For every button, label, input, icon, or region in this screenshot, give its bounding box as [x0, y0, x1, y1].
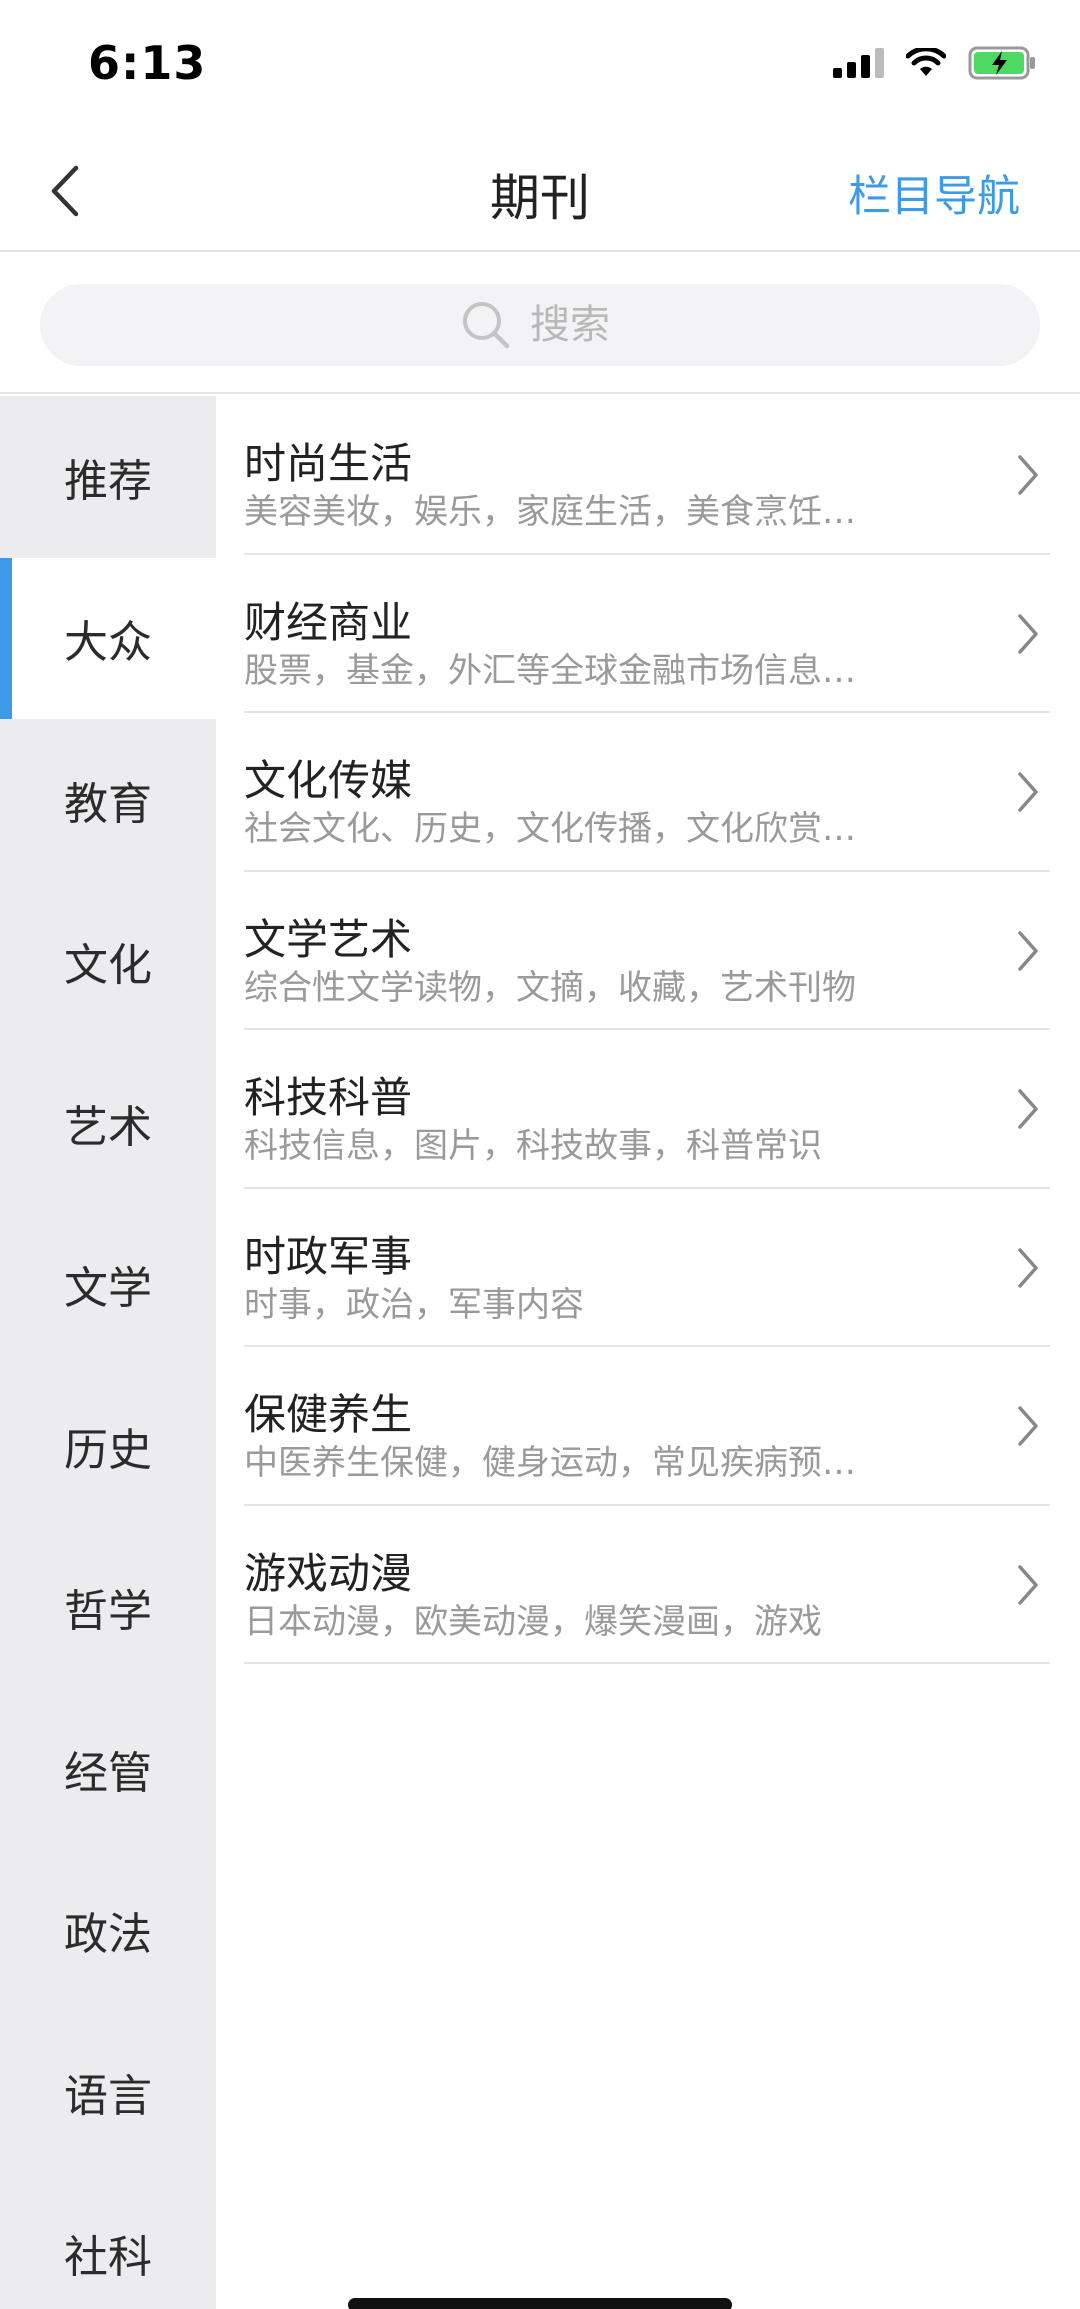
list-item[interactable]: 文化传媒 社会文化、历史，文化传播，文化欣赏… [244, 713, 1050, 872]
item-title: 文学艺术 [244, 914, 413, 964]
item-title: 游戏动漫 [244, 1548, 413, 1598]
item-title: 文化传媒 [244, 756, 413, 805]
list-item[interactable]: 时尚生活 美容美妆，娱乐，家庭生活，美食烹饪… [244, 396, 1050, 555]
item-description: 社会文化、历史，文化传播，文化欣赏… [244, 809, 856, 849]
item-description: 股票，基金，外汇等全球金融市场信息… [244, 650, 856, 691]
navigation-bar: 期刊 栏目导航 [0, 130, 1080, 252]
item-title: 时尚生活 [244, 439, 413, 488]
sidebar-item-philosophy[interactable]: 哲学 [0, 1527, 216, 1689]
screen: 6:13 期刊 栏目导航 搜索 推荐 大众 教育 文化 艺术 文学 历史 哲学 … [0, 0, 1080, 2309]
list-item[interactable]: 时政军事 时事，政治，军事内容 [244, 1189, 1050, 1347]
chevron-right-icon [1008, 1082, 1048, 1136]
item-description: 时事，政治，军事内容 [244, 1284, 584, 1325]
chevron-right-icon [1008, 924, 1048, 978]
sidebar-item-label: 哲学 [64, 1586, 152, 1638]
list-item[interactable]: 科技科普 科技信息，图片，科技故事，科普常识 [244, 1030, 1050, 1189]
item-description: 科技信息，图片，科技故事，科普常识 [244, 1126, 822, 1166]
sidebar-item-art[interactable]: 艺术 [0, 1042, 216, 1204]
sidebar-item-social-science[interactable]: 社科 [0, 2173, 216, 2309]
sidebar-item-label: 文化 [64, 940, 152, 992]
sidebar-item-label: 教育 [64, 778, 152, 830]
subcategory-list: 时尚生活 美容美妆，娱乐，家庭生活，美食烹饪… 财经商业 股票，基金，外汇等全球… [216, 396, 1080, 1664]
sidebar-item-label: 推荐 [64, 455, 152, 507]
sidebar-item-label: 历史 [64, 1424, 152, 1476]
battery-charging-icon [968, 46, 1038, 80]
wifi-icon [906, 48, 946, 78]
sidebar-item-label: 政法 [64, 1909, 152, 1961]
chevron-right-icon [1008, 1558, 1048, 1612]
home-indicator[interactable] [348, 2298, 732, 2309]
sidebar-item-label: 文学 [64, 1263, 152, 1315]
sidebar-item-education[interactable]: 教育 [0, 719, 216, 881]
column-navigation-link[interactable]: 栏目导航 [848, 162, 1020, 224]
cellular-signal-icon [833, 48, 884, 78]
chevron-right-icon [1008, 448, 1048, 502]
item-title: 保健养生 [244, 1390, 413, 1439]
category-sidebar: 推荐 大众 教育 文化 艺术 文学 历史 哲学 经管 政法 语言 社科 [0, 396, 216, 2309]
list-item[interactable]: 文学艺术 综合性文学读物，文摘，收藏，艺术刊物 [244, 872, 1050, 1030]
chevron-right-icon [1008, 1241, 1048, 1295]
sidebar-item-label: 社科 [64, 2232, 152, 2284]
sidebar-item-recommend[interactable]: 推荐 [0, 396, 216, 558]
search-area [0, 254, 1080, 394]
chevron-right-icon [1008, 607, 1048, 661]
sidebar-item-language[interactable]: 语言 [0, 2011, 216, 2173]
chevron-right-icon [1008, 765, 1048, 819]
sidebar-item-label: 艺术 [64, 1101, 152, 1153]
status-bar: 6:13 [0, 0, 1080, 130]
sidebar-item-economics-management[interactable]: 经管 [0, 1688, 216, 1850]
item-description: 美容美妆，娱乐，家庭生活，美食烹饪… [244, 492, 856, 532]
sidebar-item-politics-law[interactable]: 政法 [0, 1850, 216, 2012]
search-bar[interactable] [40, 284, 1040, 366]
item-title: 时政军事 [244, 1231, 413, 1281]
list-item[interactable]: 财经商业 股票，基金，外汇等全球金融市场信息… [244, 555, 1050, 713]
status-time: 6:13 [88, 36, 207, 90]
sidebar-item-literature[interactable]: 文学 [0, 1204, 216, 1366]
list-item[interactable]: 游戏动漫 日本动漫，欧美动漫，爆笑漫画，游戏 [244, 1506, 1050, 1664]
sidebar-item-culture[interactable]: 文化 [0, 881, 216, 1043]
sidebar-item-label: 语言 [64, 2070, 152, 2122]
sidebar-item-history[interactable]: 历史 [0, 1365, 216, 1527]
sidebar-item-label: 大众 [64, 617, 152, 669]
search-input[interactable] [530, 302, 620, 348]
item-description: 中医养生保健，健身运动，常见疾病预… [244, 1443, 856, 1483]
item-title: 财经商业 [244, 597, 413, 647]
chevron-right-icon [1008, 1399, 1048, 1453]
item-title: 科技科普 [244, 1073, 413, 1122]
list-item[interactable]: 保健养生 中医养生保健，健身运动，常见疾病预… [244, 1347, 1050, 1506]
status-icons [833, 46, 1038, 80]
item-description: 日本动漫，欧美动漫，爆笑漫画，游戏 [244, 1601, 822, 1642]
item-description: 综合性文学读物，文摘，收藏，艺术刊物 [244, 967, 856, 1008]
sidebar-item-popular[interactable]: 大众 [0, 557, 216, 719]
search-icon [463, 302, 510, 349]
sidebar-item-label: 经管 [64, 1747, 152, 1799]
